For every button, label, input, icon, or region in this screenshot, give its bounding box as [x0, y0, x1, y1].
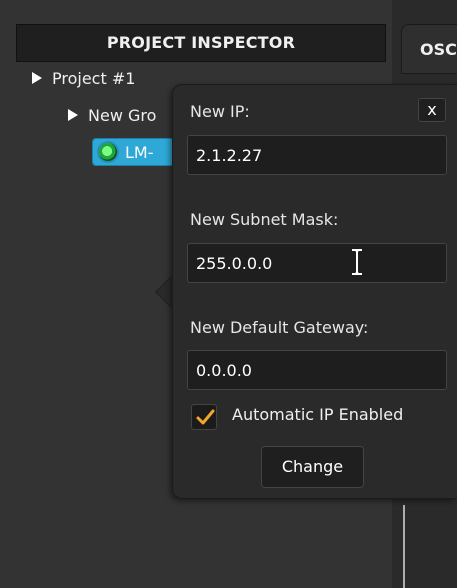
- tree-item-project-label: Project #1: [52, 68, 136, 88]
- new-ip-label: New IP:: [190, 102, 250, 121]
- tree-item-device[interactable]: LM-: [92, 138, 182, 166]
- ibeam-cursor-icon: [348, 247, 366, 277]
- triangle-right-icon[interactable]: [68, 109, 78, 121]
- triangle-right-icon[interactable]: [32, 72, 42, 84]
- new-default-gateway-field[interactable]: [187, 350, 447, 390]
- automatic-ip-checkbox[interactable]: [191, 404, 217, 430]
- tree-item-group[interactable]: New Gro: [68, 103, 156, 127]
- close-button[interactable]: x: [418, 98, 446, 122]
- automatic-ip-label: Automatic IP Enabled: [232, 405, 404, 424]
- right-panel-divider: [403, 505, 405, 588]
- new-default-gateway-label: New Default Gateway:: [190, 318, 369, 337]
- checkmark-icon: [196, 409, 215, 425]
- project-inspector-title: PROJECT INSPECTOR: [16, 24, 386, 62]
- tree-item-project[interactable]: Project #1: [32, 66, 135, 90]
- gear-icon: [99, 143, 117, 161]
- new-subnet-mask-input[interactable]: [196, 244, 446, 282]
- new-ip-field[interactable]: [187, 135, 447, 175]
- new-ip-input[interactable]: [196, 136, 446, 174]
- new-subnet-mask-field[interactable]: [187, 243, 447, 283]
- new-subnet-mask-label: New Subnet Mask:: [190, 210, 339, 229]
- popover-arrow: [156, 276, 172, 308]
- tree-item-group-label: New Gro: [88, 105, 157, 125]
- tab-osc[interactable]: OSC: [401, 24, 457, 74]
- new-default-gateway-input[interactable]: [196, 351, 446, 389]
- change-button[interactable]: Change: [261, 446, 364, 488]
- tree-item-device-label: LM-: [125, 142, 154, 162]
- app-root: PROJECT INSPECTOR Project #1 New Gro LM-…: [0, 0, 457, 588]
